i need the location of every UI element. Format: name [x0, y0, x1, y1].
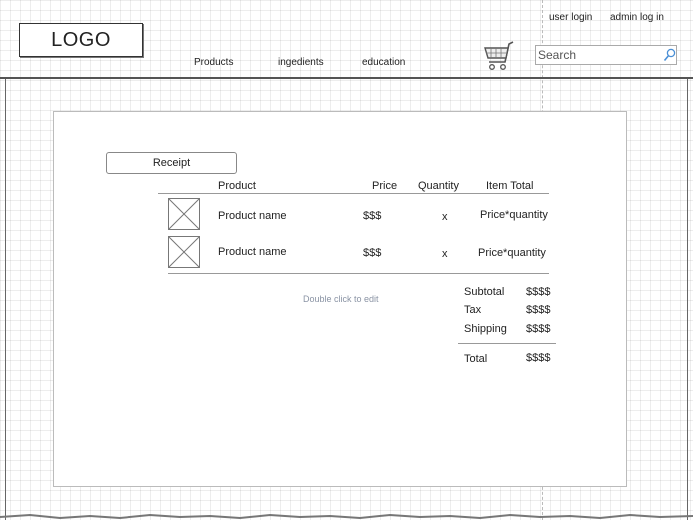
tax-label: Tax — [464, 304, 482, 316]
logo[interactable]: LOGO — [19, 23, 143, 57]
shipping-value: $$$$ — [526, 323, 551, 335]
bottom-sketch-edge — [0, 513, 693, 520]
row-2-price: $$$ — [363, 247, 382, 259]
receipt-button[interactable]: Receipt — [106, 152, 237, 174]
row-1-item-total: Price*quantity — [480, 209, 548, 221]
row-2-product-name: Product name — [218, 246, 287, 258]
tax-value: $$$$ — [526, 304, 551, 316]
nav-products[interactable]: Products — [194, 57, 233, 68]
header-divider — [0, 77, 693, 79]
nav-ingredients[interactable]: ingedients — [278, 57, 324, 68]
search-icon[interactable] — [663, 48, 676, 62]
shopping-cart-icon[interactable] — [483, 40, 517, 72]
row-2-quantity: x — [442, 248, 448, 260]
nav-education[interactable]: education — [362, 57, 405, 68]
column-header-quantity: Quantity — [418, 180, 459, 192]
row-1-quantity: x — [442, 211, 448, 223]
row-1-price: $$$ — [363, 210, 382, 222]
subtotal-value: $$$$ — [526, 286, 551, 298]
row-1-product-name: Product name — [218, 210, 287, 222]
image-placeholder-icon — [168, 198, 200, 230]
total-value: $$$$ — [526, 352, 551, 364]
column-header-price: Price — [372, 180, 398, 192]
header-divider-line — [158, 193, 549, 194]
subtotal-label: Subtotal — [464, 286, 505, 298]
shipping-label: Shipping — [464, 323, 507, 335]
page-frame-left — [5, 79, 6, 520]
admin-login-link[interactable]: admin log in — [610, 12, 664, 23]
search-box[interactable] — [535, 45, 677, 65]
rows-divider-line — [168, 273, 549, 274]
column-header-item-total: Item Total — [486, 180, 534, 192]
search-input[interactable] — [538, 47, 658, 63]
user-login-link[interactable]: user login — [549, 12, 592, 23]
image-placeholder-icon — [168, 236, 200, 268]
column-header-product: Product — [218, 180, 256, 192]
edit-hint: Double click to edit — [303, 294, 379, 304]
page-frame-right — [687, 79, 688, 520]
row-2-item-total: Price*quantity — [478, 247, 546, 259]
summary-divider-line — [458, 343, 556, 344]
total-label: Total — [464, 353, 488, 365]
